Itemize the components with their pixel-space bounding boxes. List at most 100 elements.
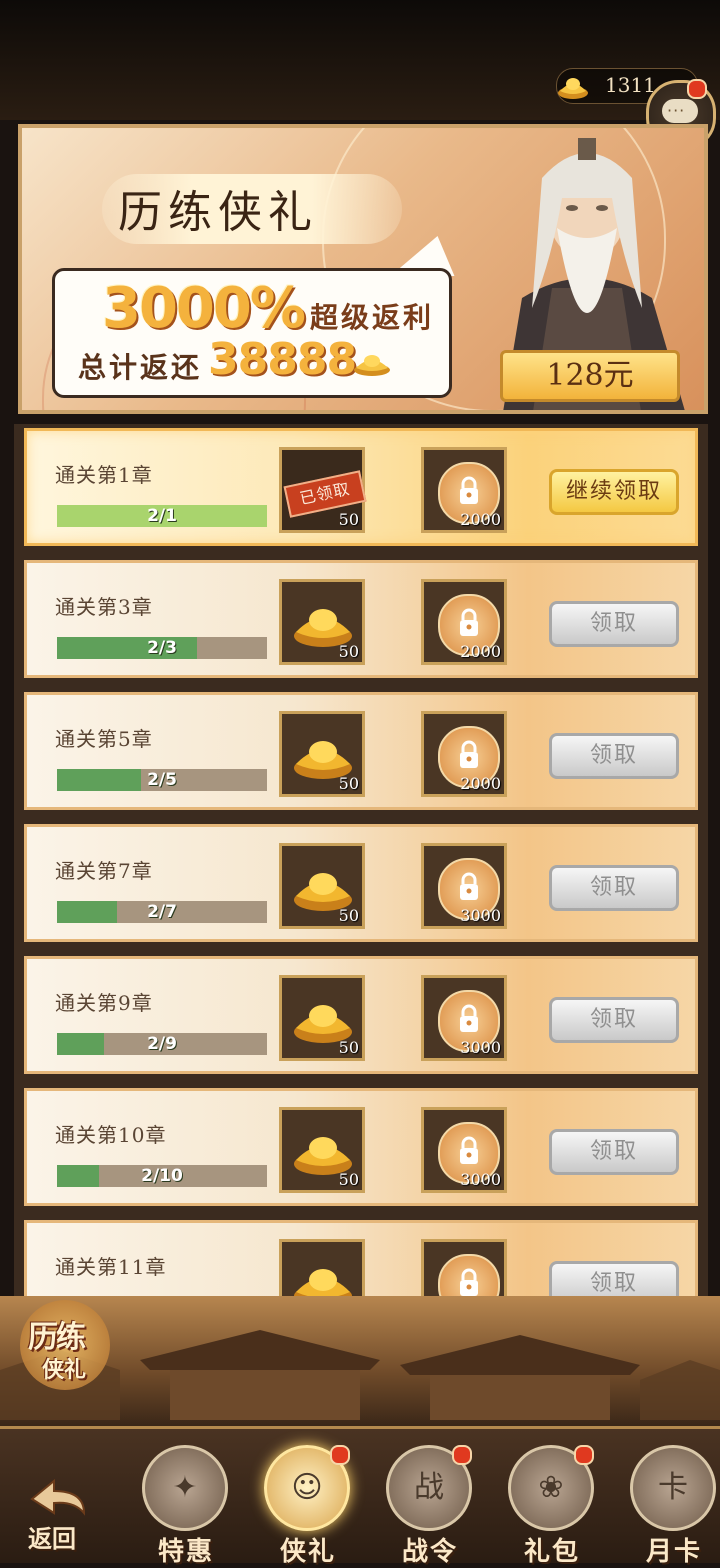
claim-button[interactable]: 领取: [549, 997, 679, 1043]
chapter-requirement-label: 通关第7章: [55, 859, 153, 883]
item-quantity: 3000: [460, 1170, 501, 1189]
purchase-price-button[interactable]: 128元: [500, 350, 680, 402]
progress-text: 2/5: [147, 770, 177, 790]
item-quantity: 50: [338, 642, 359, 661]
claim-button-label: 领取: [589, 1007, 638, 1032]
reward-item-gold[interactable]: 50: [279, 975, 365, 1061]
claim-button-label: 领取: [589, 1271, 638, 1296]
tab-battle-pass[interactable]: 战战令: [382, 1445, 478, 1567]
claim-button-label: 领取: [589, 611, 638, 636]
reward-row: 通关第7章 2/7 50 3000 领取: [24, 824, 698, 942]
price-label: 128元: [546, 358, 634, 393]
chapter-requirement-label: 通关第1章: [55, 463, 153, 487]
reward-row: 通关第5章 2/5 50 2000 领取: [24, 692, 698, 810]
reward-item-token[interactable]: [421, 1239, 507, 1300]
reward-row: 通关第10章 2/10 50 3000 领取: [24, 1088, 698, 1206]
progress-bar: 2/10: [57, 1165, 267, 1187]
lock-icon: [460, 608, 478, 636]
back-button[interactable]: 返回: [14, 1459, 104, 1553]
tab-glyph: ✦: [172, 1470, 198, 1505]
item-quantity: 2000: [460, 510, 501, 529]
tab-label: 战令: [401, 1537, 458, 1567]
gold-ingot-icon: [294, 1269, 352, 1300]
item-quantity: 2000: [460, 642, 501, 661]
reward-item-token[interactable]: 2000: [421, 447, 507, 533]
tab-month-card[interactable]: 卡月卡: [626, 1445, 720, 1567]
chapter-requirement-label: 通关第10章: [55, 1123, 167, 1147]
progress-text: 2/9: [147, 1034, 177, 1054]
chat-dots: ···: [667, 101, 686, 120]
back-arrow-icon: [30, 1478, 86, 1516]
progress-bar: 2/1: [57, 505, 267, 527]
tab-label: 礼包: [523, 1537, 580, 1567]
item-quantity: 50: [338, 1170, 359, 1189]
tab-gift-pack[interactable]: ❀ 礼包: [504, 1445, 600, 1567]
lock-icon: [460, 872, 478, 900]
gold-ingot-icon: [558, 78, 588, 99]
reward-row: 通关第9章 2/9 50 3000 领取: [24, 956, 698, 1074]
progress-text: 2/3: [147, 638, 177, 658]
tab-glyph: 卡: [658, 1470, 688, 1505]
reward-item-gold[interactable]: 已领取 50: [279, 447, 367, 533]
tab-glyph: 战: [414, 1470, 444, 1505]
progress-bar: 2/7: [57, 901, 267, 923]
event-badge[interactable]: 历练 侠礼: [20, 1300, 114, 1396]
progress-bar: 2/5: [57, 769, 267, 791]
lock-icon: [460, 740, 478, 768]
notification-dot: [687, 79, 707, 99]
claim-button[interactable]: 领取: [549, 865, 679, 911]
item-quantity: 50: [338, 906, 359, 925]
reward-item-gold[interactable]: 50: [279, 843, 365, 929]
claim-button[interactable]: 领取: [549, 601, 679, 647]
back-label: 返回: [28, 1524, 76, 1553]
reward-item-gold[interactable]: 50: [279, 1107, 365, 1193]
reward-item-gold[interactable]: 50: [279, 579, 365, 665]
tab-label: 月卡: [645, 1537, 702, 1567]
item-quantity: 50: [338, 1038, 359, 1057]
claim-button-label: 领取: [589, 1139, 638, 1164]
lock-token-icon: [438, 1254, 500, 1300]
lock-icon: [460, 1268, 478, 1296]
currency-amount: 1311: [605, 73, 656, 97]
reward-item-token[interactable]: 2000: [421, 579, 507, 665]
event-badge-line2: 侠礼: [42, 1357, 87, 1383]
continue-claim-button[interactable]: 继续领取: [549, 469, 679, 515]
reward-row: 通关第1章 2/1 已领取 50 2000 继续领取: [24, 428, 698, 546]
claim-button[interactable]: 领取: [549, 1129, 679, 1175]
event-badge-line1: 历练: [28, 1320, 86, 1355]
reward-item-token[interactable]: 3000: [421, 1107, 507, 1193]
progress-text: 2/10: [141, 1166, 183, 1186]
tab-special-offer[interactable]: ✦ 特惠: [138, 1445, 234, 1567]
total-return-value: 38888: [208, 334, 357, 385]
notification-dot: [574, 1445, 594, 1465]
item-quantity: 2000: [460, 774, 501, 793]
claim-button-label: 领取: [589, 743, 638, 768]
tab-label: 特惠: [157, 1537, 214, 1567]
chapter-requirement-label: 通关第9章: [55, 991, 153, 1015]
reward-item-token[interactable]: 2000: [421, 711, 507, 797]
super-rebate-text: 超级返利: [310, 301, 435, 334]
tab-glyph: ☺: [291, 1470, 323, 1505]
total-return-label: 总计返还: [78, 351, 203, 384]
tab-hero-gift[interactable]: ☺ 侠礼: [260, 1445, 356, 1567]
progress-bar: 2/3: [57, 637, 267, 659]
claim-button[interactable]: 领取: [549, 733, 679, 779]
progress-text: 2/1: [147, 506, 177, 526]
reward-item-token[interactable]: 3000: [421, 975, 507, 1061]
reward-item-gold[interactable]: 50: [279, 711, 365, 797]
progress-text: 2/7: [147, 902, 177, 922]
lock-icon: [460, 1136, 478, 1164]
reward-row: 通关第11章 领取: [24, 1220, 698, 1300]
bottom-nav: 返回 ✦ 特惠 ☺ 侠礼 战战令 ❀ 礼包 卡月卡: [0, 1426, 720, 1567]
banner-title: 历练侠礼: [118, 187, 318, 238]
item-quantity: 3000: [460, 1038, 501, 1057]
reward-item-gold[interactable]: [279, 1239, 365, 1300]
rebate-percent: 3000%: [102, 276, 306, 341]
reward-item-token[interactable]: 3000: [421, 843, 507, 929]
item-quantity: 50: [338, 510, 359, 529]
claim-button-label: 继续领取: [565, 479, 662, 504]
item-quantity: 50: [338, 774, 359, 793]
reward-list[interactable]: 通关第1章 2/1 已领取 50 2000 继续领取 通关第3章 2/3 50 2000 领取 通关第…: [14, 424, 708, 1300]
chapter-requirement-label: 通关第3章: [55, 595, 153, 619]
claim-button[interactable]: 领取: [549, 1261, 679, 1300]
